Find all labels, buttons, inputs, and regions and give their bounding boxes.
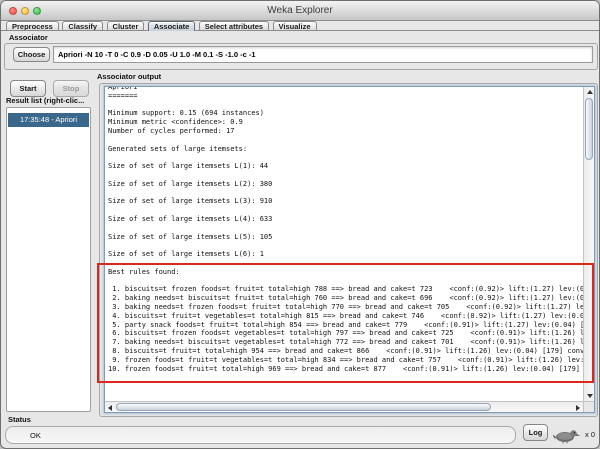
horizontal-scrollbar-thumb[interactable] — [116, 403, 491, 411]
associator-output-text: Apriori ======= Minimum support: 0.15 (6… — [108, 87, 583, 373]
associator-output-label: Associator output — [97, 72, 162, 81]
result-list[interactable]: 17:35:48 - Apriori — [6, 107, 91, 412]
result-list-item[interactable]: 17:35:48 - Apriori — [8, 113, 89, 127]
bird-run-counter: x 0 — [585, 430, 596, 439]
weka-explorer-window: Weka Explorer Preprocess Classify Cluste… — [0, 0, 600, 449]
output-viewport: Apriori ======= Minimum support: 0.15 (6… — [105, 87, 583, 401]
associator-config-field[interactable] — [53, 46, 593, 63]
associator-section-label: Associator — [9, 33, 48, 42]
status-section-label: Status — [8, 415, 31, 424]
tab-classify[interactable]: Classify — [62, 21, 104, 31]
scroll-right-icon[interactable] — [576, 405, 580, 411]
tab-visualize[interactable]: Visualize — [272, 21, 317, 31]
tab-bar: Preprocess Classify Cluster Associate Se… — [1, 21, 599, 31]
status-message: OK — [5, 426, 516, 444]
window-title: Weka Explorer — [267, 5, 333, 16]
tab-select-attributes[interactable]: Select attributes — [198, 21, 270, 31]
scroll-down-icon[interactable] — [587, 394, 593, 398]
tab-associate[interactable]: Associate — [147, 21, 196, 31]
scroll-left-icon[interactable] — [108, 405, 112, 411]
output-scroll-pane[interactable]: Apriori ======= Minimum support: 0.15 (6… — [104, 86, 595, 413]
start-button[interactable]: Start — [10, 80, 46, 97]
stop-button[interactable]: Stop — [53, 80, 89, 97]
tab-cluster[interactable]: Cluster — [106, 21, 145, 31]
vertical-scrollbar-thumb[interactable] — [585, 98, 593, 160]
weka-bird-icon — [553, 430, 580, 444]
result-list-label: Result list (right-clic... — [6, 96, 85, 105]
log-button[interactable]: Log — [523, 424, 548, 441]
tab-preprocess[interactable]: Preprocess — [6, 21, 59, 31]
vertical-scrollbar[interactable] — [583, 87, 594, 401]
scrollbar-corner — [583, 401, 594, 412]
choose-button[interactable]: Choose — [13, 47, 50, 62]
horizontal-scrollbar[interactable] — [105, 401, 583, 412]
title-bar: Weka Explorer — [1, 1, 599, 21]
scroll-up-icon[interactable] — [587, 90, 593, 94]
